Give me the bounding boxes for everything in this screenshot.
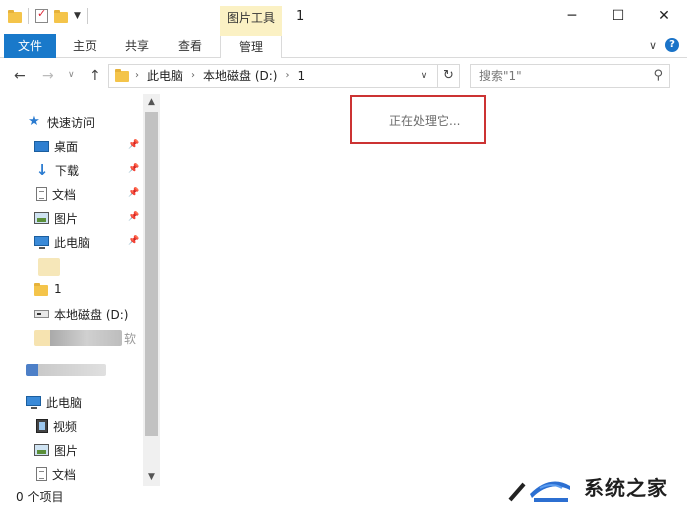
blurred-label bbox=[34, 330, 122, 346]
breadcrumb: › 此电脑 › 本地磁盘 (D:) › 1 bbox=[135, 65, 305, 87]
sidebar-item-label: 图片 bbox=[54, 211, 79, 226]
divider bbox=[86, 8, 88, 24]
tab-file[interactable]: 文件 bbox=[4, 34, 56, 58]
scroll-up-icon[interactable]: ▲ bbox=[143, 94, 160, 111]
window-title: 1 bbox=[296, 9, 305, 24]
address-dropdown-icon[interactable]: ∨ bbox=[415, 65, 433, 87]
up-arrow-icon[interactable]: ↑ bbox=[89, 68, 101, 84]
new-folder-icon[interactable] bbox=[54, 9, 68, 23]
computer-icon bbox=[26, 396, 41, 409]
maximize-button[interactable]: ☐ bbox=[595, 0, 641, 32]
ribbon-right-controls: ∨ ? bbox=[649, 38, 679, 52]
recent-locations-dropdown-icon[interactable]: ∨ bbox=[68, 70, 75, 80]
sidebar-item-label: 1 bbox=[54, 282, 62, 296]
file-list-area[interactable]: 正在处理它... bbox=[160, 94, 687, 486]
breadcrumb-separator-icon[interactable]: › bbox=[135, 65, 139, 87]
minimize-button[interactable]: ─ bbox=[549, 0, 595, 32]
computer-icon bbox=[34, 236, 49, 249]
quick-access-toolbar: ▼ bbox=[8, 7, 88, 24]
blurred-item bbox=[26, 364, 106, 376]
video-icon bbox=[36, 419, 48, 433]
sidebar-item-label: 文档 bbox=[52, 187, 77, 202]
scroll-down-icon[interactable]: ▼ bbox=[143, 469, 160, 486]
sidebar-item-label: 快速访问 bbox=[47, 115, 96, 130]
documents-icon bbox=[36, 467, 47, 481]
properties-icon[interactable] bbox=[35, 7, 48, 23]
desktop-icon bbox=[34, 140, 49, 152]
back-arrow-icon[interactable]: ← bbox=[14, 68, 26, 84]
pin-icon[interactable]: 📌 bbox=[128, 164, 139, 174]
sidebar-item-label: 文档 bbox=[52, 467, 77, 482]
watermark: 系统之家 bbox=[494, 460, 687, 511]
expand-ribbon-chevron-icon[interactable]: ∨ bbox=[649, 39, 657, 52]
search-icon[interactable]: ⚲ bbox=[653, 68, 663, 83]
help-icon[interactable]: ? bbox=[665, 38, 679, 52]
documents-icon bbox=[36, 187, 47, 201]
refresh-icon[interactable]: ↻ bbox=[437, 65, 459, 87]
search-box[interactable]: 搜索"1" ⚲ bbox=[470, 64, 670, 88]
processing-message: 正在处理它... bbox=[389, 114, 461, 128]
folder-icon bbox=[115, 69, 129, 82]
sidebar-item-label: 软 bbox=[124, 331, 137, 346]
item-count: 0 个项目 bbox=[16, 490, 64, 504]
pin-icon[interactable]: 📌 bbox=[128, 188, 139, 198]
sidebar-item-label: 本地磁盘 (D:) bbox=[54, 307, 129, 322]
sidebar-item-label: 下载 bbox=[55, 163, 80, 178]
customize-toolbar-dropdown-icon[interactable]: ▼ bbox=[74, 11, 81, 21]
tab-view[interactable]: 查看 bbox=[164, 34, 216, 58]
sidebar-item-label: 此电脑 bbox=[54, 235, 91, 250]
navigation-bar: ← → ∨ ↑ › 此电脑 › 本地磁盘 (D:) › 1 ∨ ↻ 搜索"1" … bbox=[0, 58, 687, 94]
scrollbar-thumb[interactable] bbox=[145, 112, 158, 436]
folder-icon bbox=[34, 282, 48, 296]
watermark-logo-icon bbox=[508, 481, 570, 502]
sidebar-item-label: 图片 bbox=[54, 443, 79, 458]
tab-share[interactable]: 共享 bbox=[112, 34, 162, 58]
sidebar-item-label: 桌面 bbox=[54, 139, 79, 154]
breadcrumb-folder[interactable]: 1 bbox=[297, 65, 305, 87]
watermark-text: 系统之家 bbox=[584, 476, 668, 500]
picture-tools-context-label: 图片工具 bbox=[220, 6, 282, 34]
pictures-icon bbox=[34, 212, 49, 224]
sidebar-item-label: 此电脑 bbox=[46, 395, 83, 410]
divider bbox=[28, 8, 29, 24]
sidebar-item-label: 视频 bbox=[53, 419, 78, 434]
breadcrumb-separator-icon[interactable]: › bbox=[191, 65, 195, 87]
forward-arrow-icon[interactable]: → bbox=[42, 68, 54, 84]
tab-manage[interactable]: 管理 bbox=[220, 34, 282, 59]
processing-highlight-box: 正在处理它... bbox=[350, 95, 486, 144]
breadcrumb-local-disk[interactable]: 本地磁盘 (D:) bbox=[203, 65, 277, 87]
tab-home[interactable]: 主页 bbox=[60, 34, 110, 58]
navigation-pane: ★ 快速访问 桌面 📌 ↓ 下载 📌 文档 📌 图片 📌 此电脑 📌 1 本地磁… bbox=[0, 94, 160, 486]
search-placeholder: 搜索"1" bbox=[479, 69, 522, 83]
sidebar-scrollbar[interactable]: ▲ ▼ bbox=[143, 94, 160, 486]
address-bar[interactable]: › 此电脑 › 本地磁盘 (D:) › 1 ∨ ↻ bbox=[108, 64, 460, 88]
blurred-item bbox=[38, 258, 60, 276]
drive-icon bbox=[34, 310, 49, 318]
pin-icon[interactable]: 📌 bbox=[128, 236, 139, 246]
window-controls: ─ ☐ ✕ bbox=[549, 0, 687, 32]
breadcrumb-separator-icon[interactable]: › bbox=[285, 65, 289, 87]
ribbon-tabs: 文件 主页 共享 查看 管理 ∨ ? bbox=[0, 34, 687, 59]
pin-icon[interactable]: 📌 bbox=[128, 140, 139, 150]
star-icon: ★ bbox=[28, 114, 40, 129]
close-button[interactable]: ✕ bbox=[641, 0, 687, 32]
pin-icon[interactable]: 📌 bbox=[128, 212, 139, 222]
breadcrumb-this-pc[interactable]: 此电脑 bbox=[147, 65, 183, 87]
pictures-icon bbox=[34, 444, 49, 456]
folder-icon bbox=[8, 9, 22, 23]
download-icon: ↓ bbox=[35, 161, 49, 179]
title-bar: ▼ 图片工具 1 ─ ☐ ✕ bbox=[0, 0, 687, 34]
